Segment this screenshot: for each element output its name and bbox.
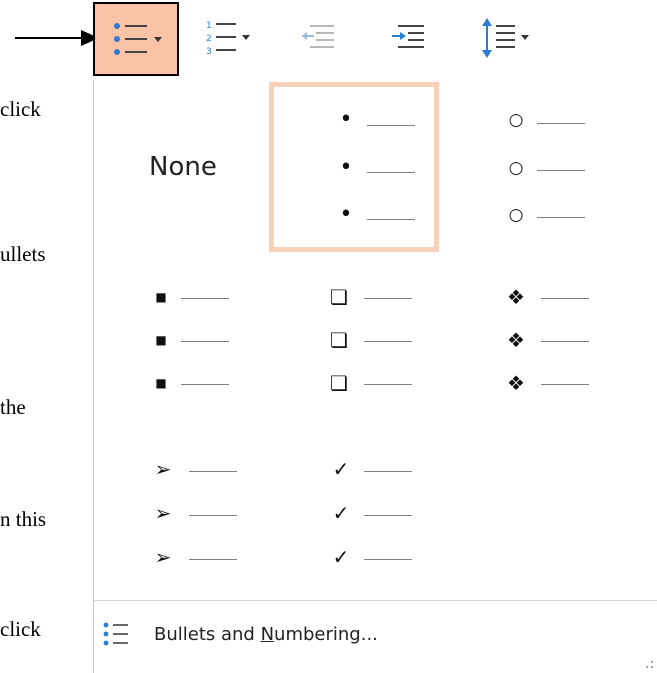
arrow-bullet-icon: ➢ (154, 545, 172, 569)
placeholder-line (364, 341, 412, 342)
increase-indent-icon (392, 25, 424, 48)
bullet-option-arrow[interactable]: ➢ ➢ ➢ (99, 430, 269, 600)
placeholder-line (541, 384, 589, 385)
placeholder-line (367, 219, 415, 220)
placeholder-line (367, 172, 415, 173)
star-bullet-icon: ❖ (507, 328, 525, 352)
placeholder-line (181, 341, 229, 342)
line-spacing-icon (482, 18, 529, 58)
placeholder-line (537, 123, 585, 124)
bullets-and-numbering-menu-item[interactable]: Bullets and Numbering... (94, 610, 657, 656)
placeholder-line (364, 298, 412, 299)
label-part: umbering... (274, 624, 378, 645)
placeholder-line (189, 471, 237, 472)
placeholder-line (541, 341, 589, 342)
label-part: Bullets and (154, 624, 261, 645)
hollow-round-bullet-icon: ○ (508, 158, 524, 178)
placeholder-line (364, 384, 412, 385)
line-spacing-button[interactable] (473, 2, 543, 72)
access-key: N (260, 624, 275, 645)
arrow-bullet-icon: ➢ (154, 501, 172, 525)
numbered-list-icon: 1 2 3 (206, 21, 250, 57)
hollow-square-bullet-icon: ❏ (330, 328, 348, 352)
hollow-square-bullet-icon: ❏ (330, 285, 348, 309)
decrease-indent-button[interactable] (288, 2, 348, 72)
placeholder-line (541, 298, 589, 299)
document-text-line: n this (0, 507, 47, 531)
document-text-line: the (0, 395, 26, 419)
filled-round-bullet-icon: • (339, 107, 353, 132)
placeholder-line (181, 298, 229, 299)
bullet-option-checkmark[interactable]: ✓ ✓ ✓ (269, 430, 439, 600)
hollow-round-bullet-icon: ○ (508, 110, 524, 130)
resize-grip-icon[interactable] (644, 659, 654, 669)
document-text-line: click (0, 97, 41, 121)
menu-divider (94, 600, 657, 601)
arrow-bullet-icon: ➢ (154, 457, 172, 481)
filled-square-bullet-icon: ■ (155, 333, 167, 347)
svg-text:2: 2 (206, 34, 212, 44)
checkmark-bullet-icon: ✓ (332, 457, 350, 481)
filled-square-bullet-icon: ■ (155, 376, 167, 390)
document-text-line: ullets (0, 242, 46, 266)
placeholder-line (367, 125, 415, 126)
placeholder-line (189, 559, 237, 560)
svg-text:1: 1 (206, 21, 212, 31)
bullet-list-icon (114, 23, 162, 55)
placeholder-line (189, 515, 237, 516)
filled-square-bullet-icon: ■ (155, 290, 167, 304)
numbering-button[interactable]: 1 2 3 (198, 2, 268, 72)
bullet-option-hollow-square[interactable]: ❏ ❏ ❏ (269, 260, 439, 430)
bullet-option-filled-round[interactable]: • • • (269, 82, 439, 252)
filled-round-bullet-icon: • (339, 155, 353, 180)
none-label: None (149, 152, 217, 182)
svg-text:3: 3 (206, 47, 212, 57)
checkmark-bullet-icon: ✓ (332, 501, 350, 525)
increase-indent-button[interactable] (378, 2, 438, 72)
placeholder-line (537, 170, 585, 171)
placeholder-line (364, 515, 412, 516)
bullet-library-menu: None • • • ○ ○ ○ ■ ■ ■ ❏ ❏ ❏ ❖ ❖ ❖ ➢ ➢ ➢… (93, 80, 657, 673)
bullet-option-none[interactable]: None (99, 82, 269, 252)
bullets-and-numbering-label: Bullets and Numbering... (154, 624, 378, 645)
document-text-line: click (0, 617, 41, 641)
paragraph-toolbar: 1 2 3 (93, 0, 657, 80)
placeholder-line (364, 559, 412, 560)
decrease-indent-icon (302, 25, 334, 48)
star-bullet-icon: ❖ (507, 371, 525, 395)
placeholder-line (181, 384, 229, 385)
filled-round-bullet-icon: • (339, 202, 353, 227)
star-bullet-icon: ❖ (507, 285, 525, 309)
hollow-round-bullet-icon: ○ (508, 205, 524, 225)
placeholder-line (537, 217, 585, 218)
checkmark-bullet-icon: ✓ (332, 545, 350, 569)
bullet-option-star[interactable]: ❖ ❖ ❖ (444, 260, 614, 430)
bullet-list-icon (103, 622, 128, 646)
bullet-option-filled-square[interactable]: ■ ■ ■ (99, 260, 269, 430)
bullets-button[interactable] (93, 2, 179, 76)
bullet-option-hollow-round[interactable]: ○ ○ ○ (444, 82, 614, 252)
hollow-square-bullet-icon: ❏ (330, 371, 348, 395)
pointer-arrow (15, 30, 99, 46)
placeholder-line (364, 471, 412, 472)
